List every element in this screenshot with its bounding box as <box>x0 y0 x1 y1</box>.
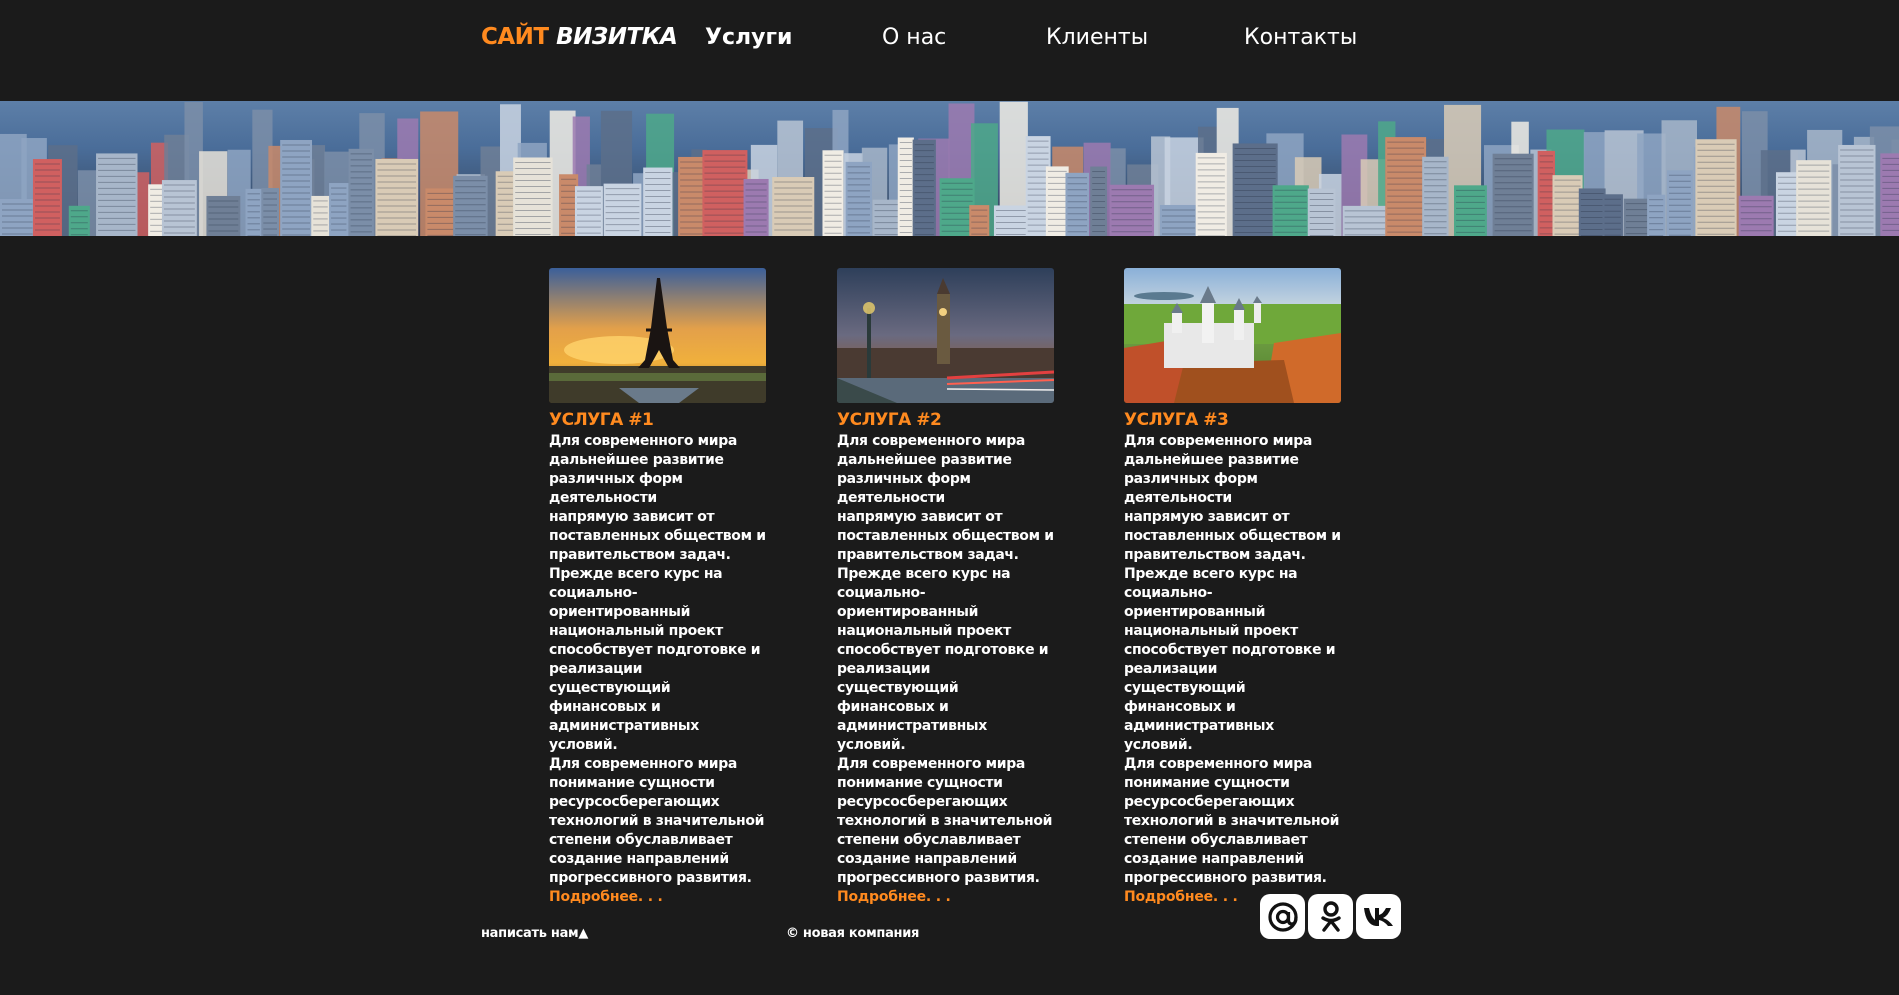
big-ben-image <box>837 268 1054 403</box>
card-description: Для современного мира дальнейшее развити… <box>1124 433 1341 886</box>
nav-item-contacts[interactable]: Контакты <box>1244 25 1357 50</box>
mail-icon[interactable] <box>1260 894 1305 939</box>
logo-text-part1: САЙТ <box>481 24 549 50</box>
write-us-link[interactable]: написать нам▲ <box>481 926 588 941</box>
nav-item-clients[interactable]: Клиенты <box>1046 25 1148 50</box>
card-title: УСЛУГА #3 <box>1124 410 1229 430</box>
read-more-link[interactable]: Подробнее. . . <box>549 888 767 907</box>
card-title: УСЛУГА #1 <box>549 410 654 430</box>
hero-banner-cityscape <box>0 101 1899 236</box>
castle-image <box>1124 268 1341 403</box>
eiffel-tower-image <box>549 268 766 403</box>
logo-text-part2: ВИЗИТКА <box>556 24 678 50</box>
service-card-3: УСЛУГА #3 Для современного мира дальнейш… <box>1124 268 1342 907</box>
card-title: УСЛУГА #2 <box>837 410 942 430</box>
nav-item-about[interactable]: О нас <box>882 25 946 50</box>
copyright-text: © новая компания <box>786 926 920 941</box>
card-description: Для современного мира дальнейшее развити… <box>837 433 1054 886</box>
nav-item-services[interactable]: Услуги <box>705 25 792 50</box>
card-description: Для современного мира дальнейшее развити… <box>549 433 766 886</box>
read-more-link[interactable]: Подробнее. . . <box>837 888 1055 907</box>
vk-icon[interactable] <box>1356 894 1401 939</box>
cityscape-image <box>0 101 1899 236</box>
odnoklassniki-icon[interactable] <box>1308 894 1353 939</box>
site-header: САЙТ ВИЗИТКА Услуги О нас Клиенты Контак… <box>0 0 1899 101</box>
service-card-2: УСЛУГА #2 Для современного мира дальнейш… <box>837 268 1055 907</box>
site-logo[interactable]: САЙТ ВИЗИТКА <box>481 24 678 50</box>
service-card-1: УСЛУГА #1 Для современного мира дальнейш… <box>549 268 767 907</box>
